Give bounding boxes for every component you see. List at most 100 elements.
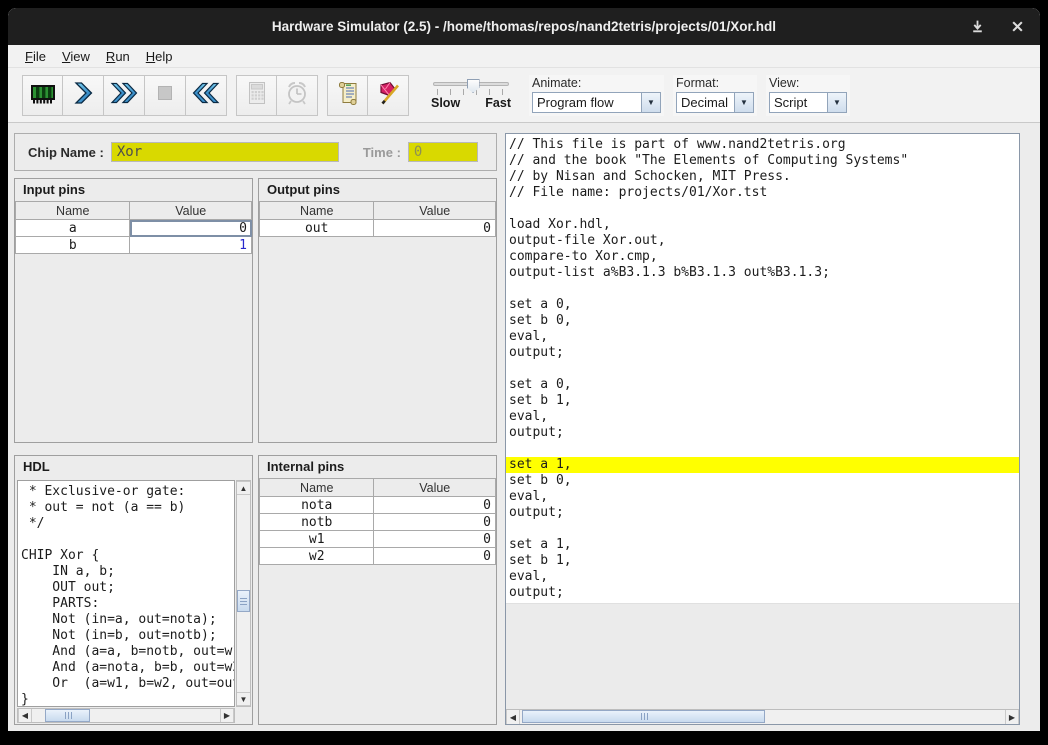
menu-file[interactable]: File [17, 47, 54, 66]
calculator-button[interactable] [236, 75, 277, 116]
format-label: Format: [676, 76, 754, 90]
pin-value-cell[interactable]: 0 [130, 220, 252, 237]
script-code-line [506, 201, 1019, 217]
chevron-down-icon[interactable]: ▼ [827, 93, 846, 112]
time-field: 0 [408, 142, 478, 162]
script-code-line: eval, [506, 489, 1019, 505]
arrow-left-icon[interactable]: ◀ [506, 710, 520, 724]
time-label: Time : [363, 145, 401, 160]
scrollbar-thumb[interactable] [237, 590, 250, 612]
script-code-line: set b 1, [506, 393, 1019, 409]
close-icon[interactable] [1008, 18, 1026, 36]
script-code-line: set b 0, [506, 313, 1019, 329]
hdl-code-line: */ [18, 516, 234, 532]
arrow-right-icon[interactable]: ▶ [1005, 710, 1019, 724]
step-chevron-icon [69, 79, 97, 112]
stop-button[interactable] [145, 75, 186, 116]
script-code-line: set a 1, [506, 457, 1019, 473]
hdl-title: HDL [15, 456, 252, 478]
input-pins-title: Input pins [15, 179, 252, 201]
script-code-line: compare-to Xor.cmp, [506, 249, 1019, 265]
chip-name-field[interactable]: Xor [111, 142, 339, 162]
input-pins-table: NameValue a0 b1 [15, 201, 252, 254]
menu-run[interactable]: Run [98, 47, 138, 66]
arrow-left-icon[interactable]: ◀ [18, 709, 32, 722]
animate-select[interactable]: Program flow ▼ [532, 92, 661, 113]
internal-pins-title: Internal pins [259, 456, 496, 478]
animate-label: Animate: [532, 76, 661, 90]
breakpoints-button[interactable] [368, 75, 409, 116]
script-code-line: // and the book "The Elements of Computi… [506, 153, 1019, 169]
menu-help[interactable]: Help [138, 47, 181, 66]
script-code-line: set a 0, [506, 297, 1019, 313]
animate-group: Animate: Program flow ▼ [529, 75, 664, 116]
scrollbar-thumb[interactable] [522, 710, 765, 723]
output-pins-panel: Output pins NameValue out0 [258, 178, 497, 443]
flag-pen-icon [374, 79, 402, 112]
column-header-value: Value [374, 202, 496, 220]
arrow-down-icon[interactable]: ▼ [237, 692, 250, 706]
chevron-down-icon[interactable]: ▼ [734, 93, 753, 112]
hdl-code-line: * Exclusive-or gate: [18, 484, 234, 500]
script-code-line [506, 521, 1019, 537]
script-code-line: set a 0, [506, 377, 1019, 393]
script-code-line [506, 361, 1019, 377]
slider-slow-label: Slow [431, 96, 460, 110]
script-code-line: eval, [506, 569, 1019, 585]
calculator-icon [243, 79, 271, 112]
hardware-simulator-window: Hardware Simulator (2.5) - /home/thomas/… [8, 8, 1040, 731]
table-row: out0 [260, 220, 496, 237]
view-select[interactable]: Script ▼ [769, 92, 847, 113]
double-chevron-left-icon [192, 79, 220, 112]
column-header-value: Value [130, 202, 252, 220]
reset-button[interactable] [186, 75, 227, 116]
script-code-line: output; [506, 585, 1019, 601]
table-row: notb0 [260, 514, 496, 531]
pin-value-cell: 0 [374, 514, 496, 531]
load-chip-button[interactable] [22, 75, 63, 116]
script-code-line: eval, [506, 329, 1019, 345]
chip-name-label: Chip Name : [28, 145, 104, 160]
load-script-button[interactable] [327, 75, 368, 116]
scrollbar-thumb[interactable] [45, 709, 90, 722]
table-row: nota0 [260, 497, 496, 514]
menu-view[interactable]: View [54, 47, 98, 66]
script-horizontal-scrollbar[interactable]: ◀ ▶ [506, 709, 1019, 724]
script-panel: // This file is part of www.nand2tetris.… [505, 133, 1020, 725]
output-pins-table: NameValue out0 [259, 201, 496, 237]
hdl-code-line: IN a, b; [18, 564, 234, 580]
script-code-line: load Xor.hdl, [506, 217, 1019, 233]
script-code-line: output; [506, 425, 1019, 441]
script-code-line: eval, [506, 409, 1019, 425]
hdl-panel: HDL * Exclusive-or gate: * out = not (a … [14, 455, 253, 725]
speed-slider: Slow Fast [431, 80, 511, 110]
table-row: w10 [260, 531, 496, 548]
column-header-name: Name [260, 479, 374, 497]
pin-value-cell[interactable]: 1 [130, 237, 252, 254]
hdl-vertical-scrollbar[interactable]: ▲ ▼ [236, 480, 251, 707]
arrow-up-icon[interactable]: ▲ [237, 481, 250, 495]
arrow-right-icon[interactable]: ▶ [220, 709, 234, 722]
hdl-code-line: CHIP Xor { [18, 548, 234, 564]
clock-button[interactable] [277, 75, 318, 116]
run-button[interactable] [104, 75, 145, 116]
hdl-code-line: Not (in=b, out=notb); [18, 628, 234, 644]
minimize-icon[interactable] [968, 18, 986, 36]
pin-value-cell: 0 [374, 497, 496, 514]
internal-pins-panel: Internal pins NameValue nota0 notb0 w10 … [258, 455, 497, 725]
script-code-line: set b 0, [506, 473, 1019, 489]
column-header-name: Name [260, 202, 374, 220]
speed-slider-track[interactable] [433, 82, 509, 86]
hdl-horizontal-scrollbar[interactable]: ◀ ▶ [17, 708, 235, 723]
script-code-line: // This file is part of www.nand2tetris.… [506, 137, 1019, 153]
single-step-button[interactable] [63, 75, 104, 116]
double-chevron-right-icon [110, 79, 138, 112]
hdl-code-line: OUT out; [18, 580, 234, 596]
hdl-code-line: And (a=nota, b=b, out=w2); [18, 660, 234, 676]
format-group: Format: Decimal ▼ [673, 75, 757, 116]
scroll-icon [334, 79, 362, 112]
chevron-down-icon[interactable]: ▼ [641, 93, 660, 112]
script-code-line: output-file Xor.out, [506, 233, 1019, 249]
format-select[interactable]: Decimal ▼ [676, 92, 754, 113]
table-row: a0 [16, 220, 252, 237]
